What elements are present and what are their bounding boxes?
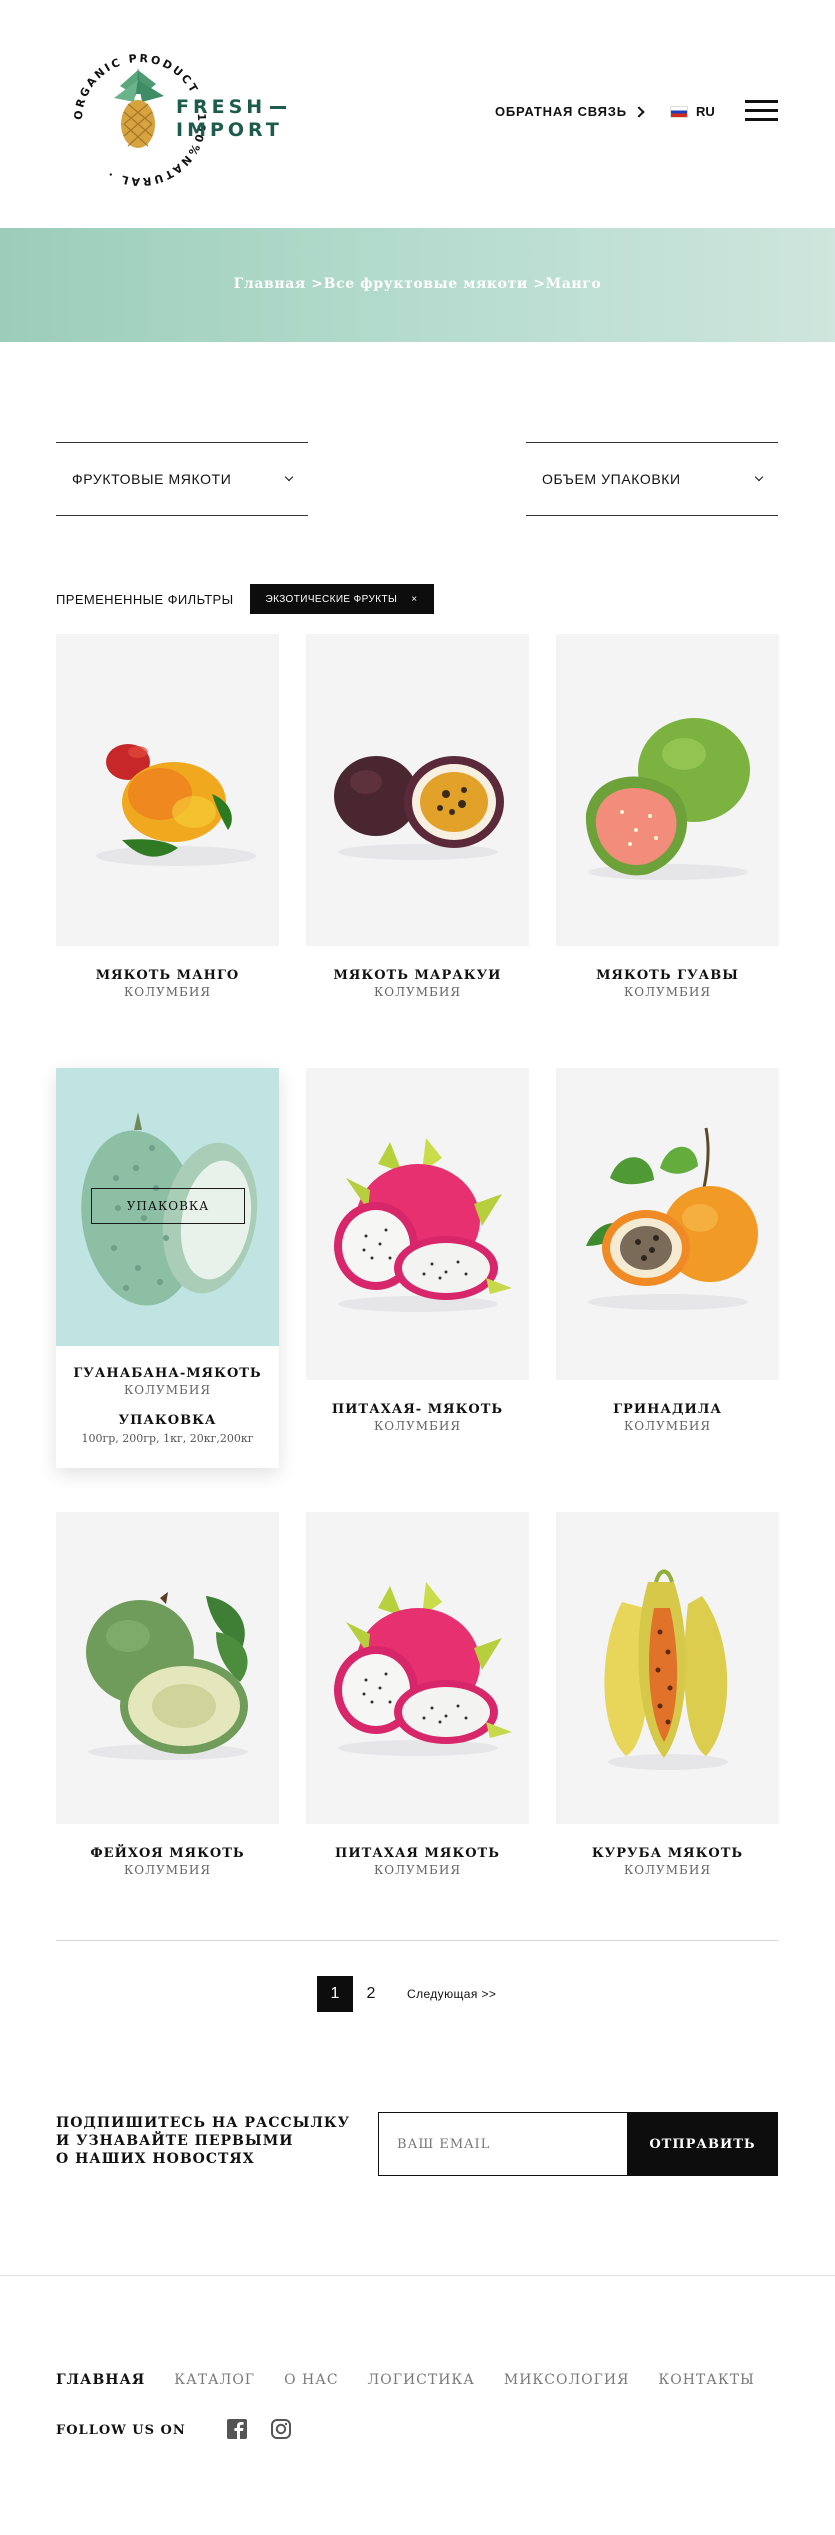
page-2-button[interactable]: 2 <box>353 1976 389 2012</box>
email-field[interactable] <box>378 2112 628 2176</box>
breadcrumb-banner: Главная >Все фруктовые мякоти >Манго <box>0 228 835 342</box>
site-header: ORGANIC PRODUCT · 100%NATURAL · FRESH IM… <box>0 0 835 228</box>
breadcrumb-all-pulps[interactable]: Все фруктовые мякоти > <box>324 276 546 292</box>
next-page-link[interactable]: Следующая >> <box>407 1987 496 2001</box>
mango-icon <box>96 744 256 866</box>
package-button[interactable]: УПАКОВКА <box>91 1188 245 1224</box>
footer-link-about[interactable]: О НАС <box>284 2372 338 2388</box>
dropdown-label: ФРУКТОВЫЕ МЯКОТИ <box>72 471 232 487</box>
product-card[interactable]: ФЕЙХОЯ МЯКОТЬ КОЛУМБИЯ <box>56 1512 279 1877</box>
product-name: КУРУБА МЯКОТЬ <box>591 1846 744 1861</box>
feedback-label: ОБРАТНАЯ СВЯЗЬ <box>495 104 627 119</box>
russia-flag-icon <box>670 105 688 118</box>
product-image <box>306 634 529 946</box>
curuba-icon <box>604 1569 728 1770</box>
dropdown-label: ОБЪЕМ УПАКОВКИ <box>542 471 681 487</box>
pitahaya-icon <box>334 1138 512 1312</box>
filter-chip-label: ЭКЗОТИЧЕСКИЕ ФРУКТЫ <box>265 593 398 605</box>
footer-link-contacts[interactable]: КОНТАКТЫ <box>658 2372 754 2388</box>
footer-link-logistics[interactable]: ЛОГИСТИКА <box>368 2372 475 2388</box>
logo[interactable]: ORGANIC PRODUCT · 100%NATURAL · FRESH IM… <box>52 24 302 204</box>
applied-filters-label: ПРЕМЕНЕННЫЕ ФИЛЬТРЫ <box>56 591 234 607</box>
language-label: RU <box>696 104 715 119</box>
product-origin: КОЛУМБИЯ <box>123 1383 212 1397</box>
product-name: ГУАНАБАНА-МЯКОТЬ <box>73 1366 262 1381</box>
product-card[interactable]: МЯКОТЬ МАРАКУИ КОЛУМБИЯ <box>306 634 529 999</box>
package-sizes: 100гр, 200гр, 1кг, 20кг,200кг <box>81 1432 254 1445</box>
product-card[interactable]: ПИТАХАЯ МЯКОТЬ КОЛУМБИЯ <box>306 1512 529 1877</box>
product-origin: КОЛУМБИЯ <box>123 985 212 999</box>
product-origin: КОЛУМБИЯ <box>373 1863 462 1877</box>
feedback-link[interactable]: ОБРАТНАЯ СВЯЗЬ <box>495 104 645 119</box>
pagination: 1 2 Следующая >> <box>317 1976 496 2012</box>
product-name: МЯКОТЬ ГУАВЫ <box>596 968 739 983</box>
language-selector[interactable]: RU <box>670 104 715 119</box>
passion-fruit-icon <box>334 756 504 860</box>
product-origin: КОЛУМБИЯ <box>373 1419 462 1433</box>
follow-us-label: FOLLOW US ON <box>56 2423 186 2438</box>
fruit-pulp-dropdown[interactable]: ФРУКТОВЫЕ МЯКОТИ <box>56 442 308 516</box>
product-name: ПИТАХАЯ- МЯКОТЬ <box>331 1402 504 1417</box>
product-origin: КОЛУМБИЯ <box>623 985 712 999</box>
facebook-icon[interactable] <box>226 2418 248 2440</box>
product-name: МЯКОТЬ МАРАКУИ <box>333 968 502 983</box>
product-card[interactable]: МЯКОТЬ ГУАВЫ КОЛУМБИЯ <box>556 634 779 999</box>
product-name: ГРИНАДИЛА <box>613 1402 722 1417</box>
product-name: ПИТАХАЯ МЯКОТЬ <box>335 1846 500 1861</box>
product-card[interactable]: ГРИНАДИЛА КОЛУМБИЯ <box>556 1068 779 1433</box>
pitahaya-icon <box>334 1582 512 1756</box>
product-card[interactable]: МЯКОТЬ МАНГО КОЛУМБИЯ <box>56 634 279 999</box>
product-image <box>306 1512 529 1824</box>
package-title: УПАКОВКА <box>118 1413 217 1428</box>
product-origin: КОЛУМБИЯ <box>623 1863 712 1877</box>
product-image <box>556 1512 779 1824</box>
filter-chip[interactable]: ЭКЗОТИЧЕСКИЕ ФРУКТЫ × <box>249 584 434 614</box>
footer-link-home[interactable]: ГЛАВНАЯ <box>56 2372 145 2388</box>
product-name: ФЕЙХОЯ МЯКОТЬ <box>90 1846 245 1861</box>
footer-divider <box>0 2275 835 2276</box>
product-origin: КОЛУМБИЯ <box>373 985 462 999</box>
breadcrumb-home[interactable]: Главная > <box>234 276 324 292</box>
product-image <box>56 1512 279 1824</box>
package-volume-dropdown[interactable]: ОБЪЕМ УПАКОВКИ <box>526 442 778 516</box>
product-image <box>556 1068 779 1380</box>
footer-link-mixology[interactable]: МИКСОЛОГИЯ <box>504 2372 630 2388</box>
newsletter-text: ПОДПИШИТЕСЬ НА РАССЫЛКУ И УЗНАВАЙТЕ ПЕРВ… <box>56 2115 350 2167</box>
chevron-down-icon <box>284 472 294 482</box>
chevron-right-icon <box>633 105 645 118</box>
footer-link-catalog[interactable]: КАТАЛОГ <box>174 2372 255 2388</box>
page-1-button[interactable]: 1 <box>317 1976 353 2012</box>
pineapple-icon <box>114 68 164 148</box>
product-image: УПАКОВКА <box>56 1068 279 1346</box>
submit-button[interactable]: ОТПРАВИТЬ <box>627 2112 778 2176</box>
applied-filters: ПРЕМЕНЕННЫЕ ФИЛЬТРЫ ЭКЗОТИЧЕСКИЕ ФРУКТЫ … <box>56 584 434 614</box>
breadcrumb-current: Манго <box>545 276 602 292</box>
divider <box>56 1940 778 1941</box>
chevron-down-icon <box>754 472 764 482</box>
product-image <box>56 634 279 946</box>
menu-icon[interactable] <box>745 100 778 124</box>
feijoa-icon <box>86 1592 248 1760</box>
product-card-active[interactable]: УПАКОВКА ГУАНАБАНА-МЯКОТЬ КОЛУМБИЯ УПАКО… <box>56 1068 279 1468</box>
close-icon[interactable]: × <box>411 594 417 605</box>
product-image <box>556 634 779 946</box>
breadcrumb: Главная >Все фруктовые мякоти >Манго <box>0 276 835 292</box>
product-card[interactable]: КУРУБА МЯКОТЬ КОЛУМБИЯ <box>556 1512 779 1877</box>
product-origin: КОЛУМБИЯ <box>623 1419 712 1433</box>
granadilla-icon <box>586 1127 758 1310</box>
product-origin: КОЛУМБИЯ <box>123 1863 212 1877</box>
footer-nav: ГЛАВНАЯ КАТАЛОГ О НАС ЛОГИСТИКА МИКСОЛОГ… <box>56 2372 755 2388</box>
product-image <box>306 1068 529 1380</box>
instagram-icon[interactable] <box>270 2418 292 2440</box>
logo-wordmark: FRESH IMPORT <box>176 96 287 142</box>
product-name: МЯКОТЬ МАНГО <box>95 968 240 983</box>
product-card[interactable]: ПИТАХАЯ- МЯКОТЬ КОЛУМБИЯ <box>306 1068 529 1433</box>
guava-icon <box>585 718 750 880</box>
